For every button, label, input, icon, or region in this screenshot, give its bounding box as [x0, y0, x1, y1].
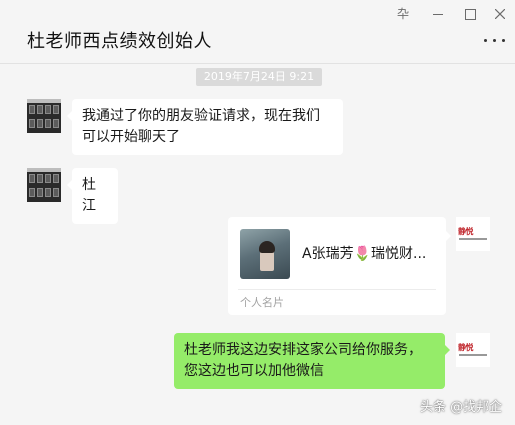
- contact-card-message[interactable]: A张瑞芳🌷瑞悦财... 个人名片: [228, 217, 451, 315]
- message-bubble-sent[interactable]: 杜老师我这边安排这家公司给你服务，您这边也可以加他微信: [174, 333, 450, 389]
- contact-card-photo: [240, 229, 290, 279]
- maximize-button[interactable]: [462, 6, 478, 22]
- message-timestamp: 2019年7月24日 9:21: [196, 68, 322, 86]
- watermark-text: 头条 @找邦企: [420, 400, 503, 415]
- close-button[interactable]: [492, 6, 508, 22]
- message-bubble-received[interactable]: 杜江: [67, 168, 118, 224]
- contact-avatar[interactable]: [27, 168, 61, 202]
- my-avatar[interactable]: 静悦: [456, 217, 490, 251]
- my-avatar[interactable]: 静悦: [456, 333, 490, 367]
- chat-title: 杜老师西点绩效创始人: [27, 31, 212, 52]
- pin-window-button[interactable]: 卆: [395, 6, 411, 22]
- header-divider: [0, 63, 515, 64]
- more-options-icon[interactable]: [484, 39, 506, 45]
- contact-card-name: A张瑞芳🌷瑞悦财...: [302, 246, 427, 262]
- contact-avatar[interactable]: [27, 99, 61, 133]
- message-bubble-received[interactable]: 我通过了你的朋友验证请求，现在我们可以开始聊天了: [67, 99, 343, 155]
- contact-card-label: 个人名片: [240, 296, 284, 309]
- minimize-button[interactable]: [430, 6, 446, 22]
- close-icon: [495, 9, 505, 19]
